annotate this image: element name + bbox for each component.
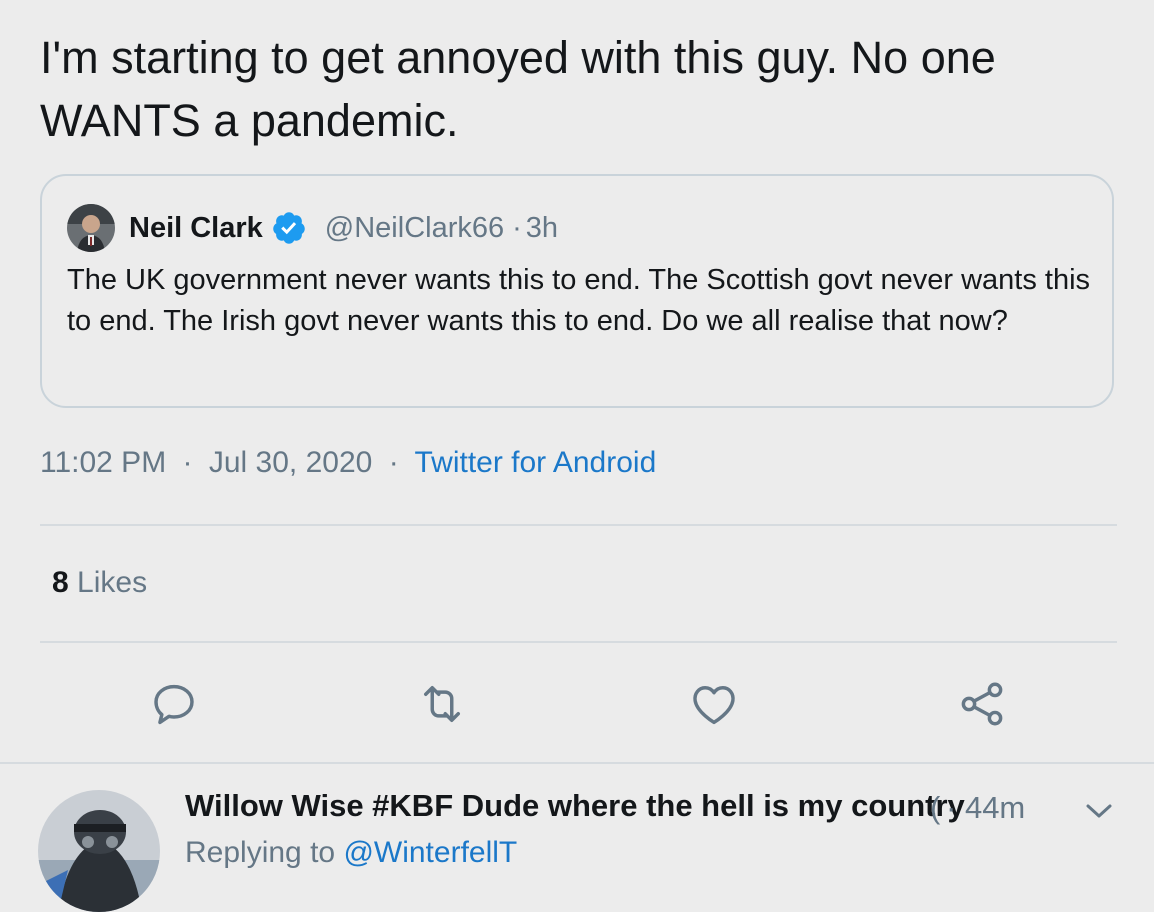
retweet-icon bbox=[424, 686, 460, 722]
tweet-source-link[interactable]: Twitter for Android bbox=[414, 446, 656, 479]
replying-to: Replying to @WinterfellT bbox=[185, 836, 517, 870]
reply-time-value: 44m bbox=[964, 790, 1026, 825]
quoted-tweet-header: Neil Clark @NeilClark66 · 3h bbox=[67, 204, 558, 252]
quoted-author-handle[interactable]: @NeilClark66 bbox=[325, 212, 504, 245]
quoted-tweet-time: 3h bbox=[525, 211, 559, 244]
quoted-author-name[interactable]: Neil Clark bbox=[129, 212, 263, 245]
tweet-text: I'm starting to get annoyed with this gu… bbox=[40, 32, 996, 146]
tweet-meta: 11:02 PM · Jul 30, 2020 · Twitter for An… bbox=[40, 446, 656, 480]
retweet-button[interactable] bbox=[416, 678, 468, 730]
like-button[interactable] bbox=[688, 678, 740, 730]
tweet-date: Jul 30, 2020 bbox=[208, 446, 373, 479]
avatar[interactable] bbox=[67, 204, 115, 252]
separator-dot: · bbox=[388, 446, 399, 479]
likes-label: Likes bbox=[77, 566, 148, 599]
avatar[interactable] bbox=[38, 790, 160, 912]
separator-dot: · bbox=[182, 446, 193, 479]
divider bbox=[40, 641, 1117, 643]
likes-number: 8 bbox=[52, 566, 69, 599]
reply-button[interactable] bbox=[148, 678, 200, 730]
reply-author-name[interactable]: Willow Wise #KBF Dude where the hell is … bbox=[185, 788, 965, 824]
verified-badge-icon bbox=[271, 210, 307, 246]
truncation-mark: ( bbox=[930, 790, 941, 825]
replying-prefix: Replying to bbox=[185, 836, 336, 869]
reply-icon bbox=[154, 684, 194, 725]
separator-dot: · bbox=[946, 790, 957, 825]
chevron-down-icon[interactable] bbox=[1082, 796, 1116, 826]
heart-icon bbox=[693, 686, 735, 725]
separator-dot: · bbox=[512, 211, 522, 244]
share-button[interactable] bbox=[956, 678, 1008, 730]
quoted-tweet-card[interactable]: Neil Clark @NeilClark66 · 3h The UK gove… bbox=[40, 174, 1114, 408]
quoted-tweet-text: The UK government never wants this to en… bbox=[67, 264, 1091, 337]
divider bbox=[0, 762, 1154, 764]
tweet-time: 11:02 PM bbox=[40, 446, 167, 479]
mention-link[interactable]: @WinterfellT bbox=[343, 836, 517, 869]
share-icon bbox=[961, 682, 1003, 726]
divider bbox=[40, 524, 1117, 526]
reply-time: · 44m bbox=[946, 790, 1025, 826]
likes-count[interactable]: 8 Likes bbox=[52, 566, 147, 600]
